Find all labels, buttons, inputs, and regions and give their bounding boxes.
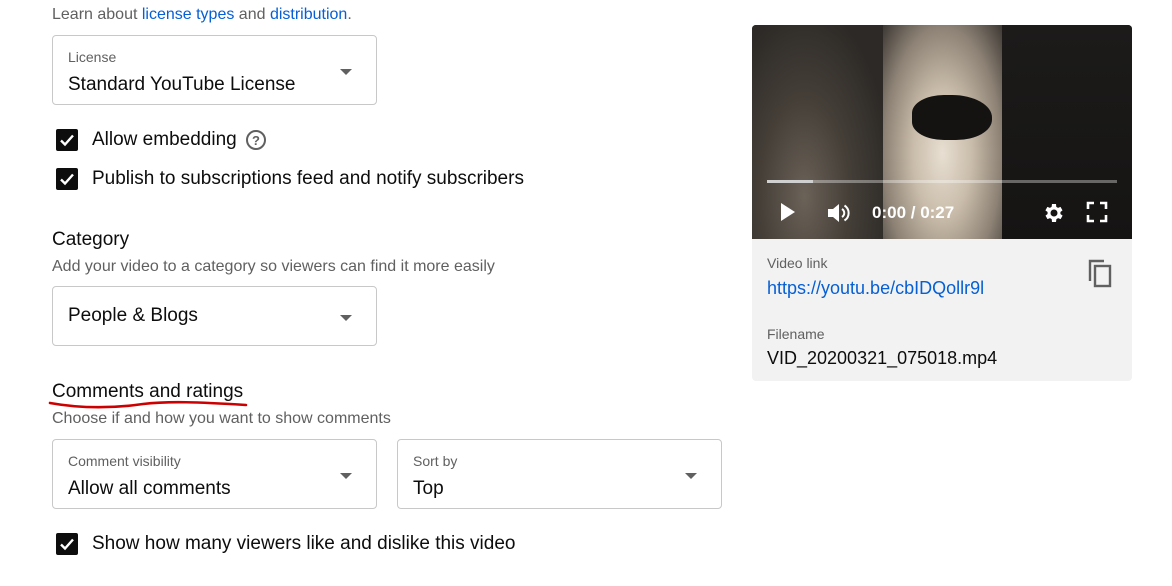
category-title: Category [52, 229, 130, 250]
intro-middle: and [234, 6, 270, 23]
publish-feed-checkbox[interactable] [56, 168, 78, 190]
filename-value: VID_20200321_075018.mp4 [767, 348, 998, 368]
play-icon[interactable] [778, 201, 798, 223]
category-select-value: People & Blogs [68, 305, 198, 326]
video-link-label: Video link [767, 255, 828, 271]
intro-prefix: Learn about [52, 6, 142, 23]
show-likes-checkbox[interactable] [56, 533, 78, 555]
chevron-down-icon [340, 69, 352, 75]
publish-feed-label: Publish to subscriptions feed and notify… [92, 168, 524, 189]
video-thumbnail-right [1002, 25, 1132, 239]
category-description: Add your video to a category so viewers … [52, 258, 495, 275]
settings-gear-icon[interactable] [1041, 201, 1065, 225]
license-types-link[interactable]: license types [142, 6, 235, 23]
sort-by-select[interactable]: Sort by Top [397, 439, 722, 509]
video-card: 0:00 / 0:27 Video link https://youtu.be/… [752, 25, 1132, 381]
category-select[interactable]: People & Blogs [52, 286, 377, 346]
license-select-value: Standard YouTube License [68, 74, 296, 95]
show-likes-label: Show how many viewers like and dislike t… [92, 533, 516, 554]
allow-embedding-checkbox[interactable] [56, 129, 78, 151]
video-link[interactable]: https://youtu.be/cbIDQollr9l [767, 278, 984, 299]
sort-by-label: Sort by [413, 453, 458, 469]
comment-visibility-select[interactable]: Comment visibility Allow all comments [52, 439, 377, 509]
fullscreen-icon[interactable] [1086, 201, 1108, 223]
chevron-down-icon [340, 473, 352, 479]
volume-icon[interactable] [826, 201, 854, 225]
license-select[interactable]: License Standard YouTube License [52, 35, 377, 105]
filename-label: Filename [767, 326, 825, 342]
comment-visibility-value: Allow all comments [68, 478, 231, 499]
distribution-link[interactable]: distribution [270, 6, 347, 23]
checkmark-icon [60, 538, 74, 551]
allow-embedding-label: Allow embedding [92, 129, 237, 150]
help-icon[interactable]: ? [246, 130, 266, 150]
license-select-label: License [68, 49, 117, 65]
comments-description: Choose if and how you want to show comme… [52, 410, 391, 427]
video-player[interactable]: 0:00 / 0:27 [752, 25, 1132, 239]
chevron-down-icon [685, 473, 697, 479]
sort-by-value: Top [413, 478, 444, 499]
license-intro: Learn about license types and distributi… [52, 6, 352, 24]
video-time: 0:00 / 0:27 [872, 203, 955, 222]
video-progress-bar[interactable] [767, 180, 1117, 183]
checkmark-icon [60, 173, 74, 186]
checkmark-icon [60, 134, 74, 147]
video-progress-fill [767, 180, 813, 183]
comment-visibility-label: Comment visibility [68, 453, 181, 469]
intro-suffix: . [347, 6, 352, 23]
video-thumbnail-left [752, 25, 883, 239]
chevron-down-icon [340, 315, 352, 321]
video-subject [912, 95, 992, 140]
copy-icon[interactable] [1086, 258, 1114, 290]
